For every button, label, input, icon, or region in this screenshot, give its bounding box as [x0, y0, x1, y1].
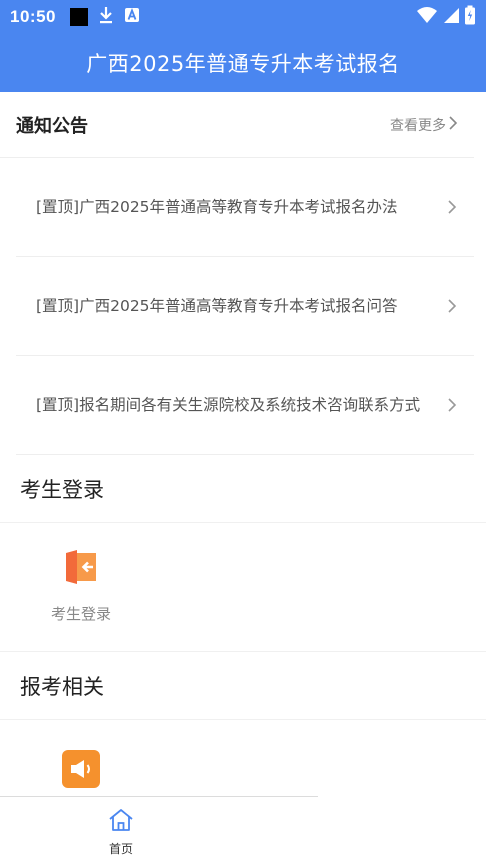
download-icon [98, 6, 114, 28]
notice-list: [置顶]广西2025年普通高等教育专升本考试报名办法 [置顶]广西2025年普通… [0, 158, 486, 455]
wifi-icon [416, 6, 438, 28]
related-tile[interactable] [0, 720, 162, 796]
bottom-nav: 首页 [0, 796, 486, 864]
door-login-icon [63, 549, 99, 589]
nav-item-home[interactable]: 首页 [71, 796, 171, 857]
bottom-nav-divider [0, 796, 318, 797]
home-icon [108, 808, 134, 836]
notice-item-text: [置顶]广西2025年普通高等教育专升本考试报名办法 [36, 197, 398, 216]
notice-item[interactable]: [置顶]报名期间各有关生源院校及系统技术咨询联系方式 [16, 356, 474, 455]
notice-item-text: [置顶]广西2025年普通高等教育专升本考试报名问答 [36, 296, 398, 315]
notice-section-title: 通知公告 [16, 115, 88, 137]
view-more-label: 查看更多 [390, 117, 446, 134]
notice-item[interactable]: [置顶]广西2025年普通高等教育专升本考试报名办法 [16, 158, 474, 257]
candidate-login-tile[interactable]: 考生登录 [0, 523, 162, 651]
related-section-title: 报考相关 [0, 652, 486, 720]
page-title: 广西2025年普通专升本考试报名 [86, 52, 400, 76]
battery-icon [464, 5, 476, 29]
candidate-login-label: 考生登录 [50, 605, 111, 623]
status-notification-icons [69, 6, 140, 28]
black-square-icon [69, 8, 88, 26]
status-time: 10:50 [10, 7, 56, 26]
megaphone-icon [62, 750, 100, 792]
notice-item-text: [置顶]报名期间各有关生源院校及系统技术咨询联系方式 [36, 395, 421, 414]
nav-home-label: 首页 [108, 842, 133, 856]
notice-header: 通知公告 查看更多 [0, 92, 474, 158]
status-bar: 10:50 [0, 0, 486, 34]
app-header: 广西2025年普通专升本考试报名 [0, 34, 486, 92]
signal-icon [442, 6, 460, 28]
status-system-icons [416, 5, 476, 29]
login-tile-row: 考生登录 [0, 523, 486, 652]
login-section-title: 考生登录 [0, 455, 486, 523]
notice-item[interactable]: [置顶]广西2025年普通高等教育专升本考试报名问答 [16, 257, 474, 356]
text-a-icon [124, 7, 140, 27]
chevron-right-icon [444, 397, 460, 413]
related-tile-row [0, 720, 486, 796]
chevron-right-icon [448, 115, 458, 134]
main-content[interactable]: 通知公告 查看更多 [置顶]广西2025年普通高等教育专升本考试报名办法 [置顶… [0, 92, 486, 796]
chevron-right-icon [444, 298, 460, 314]
chevron-right-icon [444, 199, 460, 215]
view-more-link[interactable]: 查看更多 [390, 115, 458, 135]
